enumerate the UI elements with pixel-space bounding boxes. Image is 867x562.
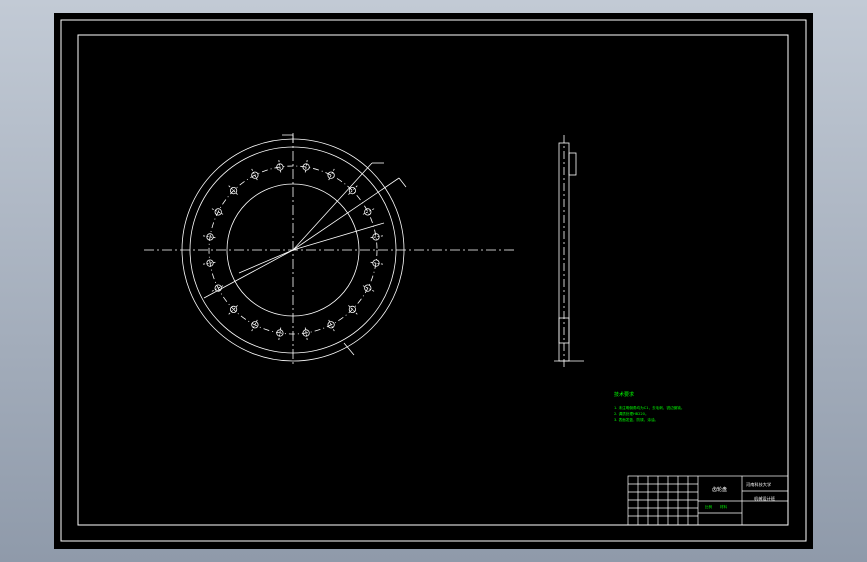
notes-title: 技术要求: [614, 391, 634, 398]
note-line: 1. 未注明倒角均为C1，去毛刺，锐边倒钝。: [614, 405, 684, 410]
inner-border: [77, 34, 789, 526]
dimension-leaders: [203, 162, 407, 299]
note-line: 2. 调质处理HB220。: [614, 411, 649, 416]
leader-line: [292, 222, 385, 251]
flange-front-view: [144, 133, 514, 366]
class-info: 机械设计班: [754, 495, 775, 502]
material-label: 材料: [720, 504, 728, 509]
title-block: 齿轮盘 河南科技大学 机械设计班 比例 材料: [627, 475, 789, 526]
bolt-hole-centerline: [361, 208, 375, 216]
part-name: 齿轮盘: [712, 486, 727, 493]
leader-tail: [398, 177, 407, 188]
leader-line: [292, 162, 373, 251]
leader-line: [292, 177, 400, 251]
side-hub-top: [568, 152, 577, 176]
leader-line: [203, 249, 294, 299]
technical-notes: 技术要求 1. 未注明倒角均为C1，去毛刺，锐边倒钝。 2. 调质处理HB220…: [614, 391, 684, 422]
flange-side-view: [554, 135, 584, 368]
section-marker-bottom: [343, 342, 355, 356]
bolt-hole-centerline: [369, 235, 383, 239]
note-line: 3. 表面发蓝，防锈，涂油。: [614, 417, 658, 422]
leader-line: [238, 249, 294, 274]
scale-label: 比例: [705, 504, 713, 509]
outer-border: [60, 19, 807, 542]
cad-drawing-canvas: 技术要求 1. 未注明倒角均为C1，去毛刺，锐边倒钝。 2. 调质处理HB220…: [60, 19, 807, 542]
drawing-sheet: 技术要求 1. 未注明倒角均为C1，去毛刺，锐边倒钝。 2. 调质处理HB220…: [54, 13, 813, 549]
school-name: 河南科技大学: [746, 481, 771, 488]
